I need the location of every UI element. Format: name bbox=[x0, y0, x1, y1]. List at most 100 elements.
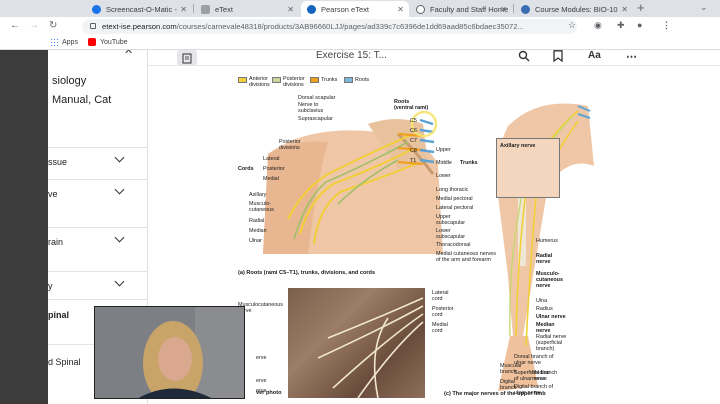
label-trunks: Trunks bbox=[460, 160, 478, 166]
close-tab-icon[interactable]: ✕ bbox=[621, 5, 628, 14]
label-dorsal-scapular: Dorsal scapular bbox=[298, 95, 336, 101]
legend-swatch-posterior bbox=[272, 77, 281, 83]
root-label-c7: C7 bbox=[410, 138, 417, 144]
label-lower-trunk: Lower bbox=[436, 173, 451, 179]
legend-roots: Roots bbox=[355, 77, 370, 83]
reload-icon[interactable]: ↻ bbox=[49, 19, 57, 33]
label-lateral-pectoral: Lateral pectoral bbox=[436, 205, 474, 211]
label-posterior-cord: Posterior cord bbox=[432, 306, 454, 318]
close-tab-icon[interactable]: ✕ bbox=[180, 5, 187, 14]
screen: Screencast-O-Matic - ✕ eText ✕ Pearson e… bbox=[0, 0, 720, 404]
label-nerve-to-subclavius: Nerve to subclavius bbox=[298, 102, 324, 114]
bookmark-youtube[interactable]: YouTube bbox=[88, 38, 128, 46]
url-host: etext-ise.pearson.com bbox=[102, 22, 177, 31]
label-lateral: Lateral bbox=[263, 156, 280, 162]
root-label-c5: C5 bbox=[410, 118, 417, 124]
chevron-down-icon bbox=[114, 232, 125, 243]
label-partial-1: erve bbox=[256, 355, 267, 361]
back-arrow-icon[interactable]: ← bbox=[10, 19, 20, 33]
label-median: Median bbox=[249, 228, 267, 234]
new-tab-button[interactable]: + bbox=[637, 1, 645, 15]
text-size-icon[interactable]: Aa bbox=[588, 50, 601, 61]
page-thumbnails-icon[interactable] bbox=[177, 50, 197, 66]
exercise-title: Exercise 15: T... bbox=[316, 50, 387, 61]
more-icon[interactable]: ⋯ bbox=[626, 50, 637, 63]
label-upper-subscapular: Upper subscapular bbox=[436, 214, 466, 226]
toc-section-3[interactable]: rain bbox=[48, 227, 147, 259]
reader-toolbar: Exercise 15: T... Aa ⋯ bbox=[148, 50, 720, 66]
label-median-nerve-2: Median nerve bbox=[532, 370, 550, 382]
tab-label: Pearson eText bbox=[321, 4, 369, 14]
bookmark-icon[interactable] bbox=[553, 50, 563, 65]
address-bar[interactable]: etext-ise.pearson.com/courses/carnevale4… bbox=[82, 19, 577, 34]
desktop-edge bbox=[0, 50, 48, 404]
caption-b: ver photo bbox=[256, 390, 282, 396]
close-sidebar-icon[interactable]: ✕ bbox=[124, 50, 133, 57]
tab-faculty-staff[interactable]: Faculty and Staff Home ✕ bbox=[410, 1, 512, 17]
tab-strip: Screencast-O-Matic - ✕ eText ✕ Pearson e… bbox=[0, 0, 720, 17]
bookmark-label: Apps bbox=[62, 38, 78, 46]
toc-section-2[interactable]: ve bbox=[48, 179, 147, 211]
close-tab-icon[interactable]: ✕ bbox=[397, 5, 404, 14]
canvas-favicon-icon bbox=[521, 4, 530, 14]
bookmarks-bar: Apps YouTube bbox=[0, 36, 720, 50]
tab-search-icon[interactable]: ⌄ bbox=[700, 2, 708, 13]
legend-swatch-anterior bbox=[238, 77, 247, 83]
label-radius: Radius bbox=[536, 306, 553, 312]
bookmark-apps[interactable]: Apps bbox=[50, 38, 78, 46]
page-content: ✕ siology Manual, Cat ssue ve rain y pin… bbox=[0, 50, 720, 404]
tab-pearson-etext[interactable]: Pearson eText ✕ bbox=[301, 1, 409, 17]
toc-section-label: y bbox=[48, 281, 53, 291]
label-ulna: Ulna bbox=[536, 298, 548, 304]
search-icon[interactable] bbox=[518, 50, 530, 65]
label-partial-2: erve bbox=[256, 378, 267, 384]
label-axillary-nerve: Axillary nerve bbox=[500, 143, 536, 149]
label-radial: Radial bbox=[249, 218, 265, 224]
tab-label: Course Modules: BIO-10 bbox=[535, 4, 618, 14]
shoulder-plexus-illustration bbox=[263, 110, 443, 254]
presenter-video bbox=[95, 307, 244, 398]
label-digital-branch: Digital branch bbox=[500, 379, 517, 391]
bookmark-star-icon[interactable]: ☆ bbox=[568, 20, 576, 31]
globe-favicon-icon bbox=[416, 4, 425, 14]
tab-label: eText bbox=[215, 4, 233, 14]
legend-swatch-trunks bbox=[310, 77, 319, 83]
toc-section-1[interactable]: ssue bbox=[48, 147, 147, 179]
close-tab-icon[interactable]: ✕ bbox=[287, 5, 294, 14]
chevron-down-icon bbox=[114, 276, 125, 287]
webcam-overlay bbox=[94, 306, 245, 399]
tab-etext[interactable]: eText ✕ bbox=[195, 1, 299, 17]
screencast-favicon-icon bbox=[92, 4, 101, 14]
etext-favicon-icon bbox=[201, 4, 210, 14]
tab-course-modules[interactable]: Course Modules: BIO-10 ✕ bbox=[515, 1, 633, 17]
toc-section-label: rain bbox=[48, 237, 64, 247]
label-thoracodorsal: Thoracodorsal bbox=[436, 242, 471, 248]
youtube-icon bbox=[88, 38, 96, 46]
root-label-t1: T1 bbox=[410, 158, 417, 164]
tab-label: Screencast-O-Matic - bbox=[106, 4, 177, 14]
browser-toolbar: ← → ↻ etext-ise.pearson.com/courses/carn… bbox=[0, 17, 720, 36]
lock-icon bbox=[90, 23, 96, 29]
tab-screencast[interactable]: Screencast-O-Matic - ✕ bbox=[86, 1, 192, 17]
label-medial: Medial bbox=[263, 176, 279, 182]
account-icon[interactable]: ◉ bbox=[594, 20, 602, 31]
extensions-puzzle-icon[interactable]: ✚ bbox=[617, 20, 625, 31]
label-cords: Cords bbox=[238, 166, 254, 172]
label-radial-nerve: Radial nerve bbox=[536, 253, 553, 265]
label-muscular-branch: Muscular branch bbox=[500, 363, 522, 375]
label-long-thoracic: Long thoracic bbox=[436, 187, 469, 193]
tab-label: Faculty and Staff Home bbox=[430, 4, 509, 14]
close-tab-icon[interactable]: ✕ bbox=[500, 5, 507, 14]
menu-dots-icon[interactable]: ⋮ bbox=[662, 20, 671, 31]
forward-arrow-icon[interactable]: → bbox=[29, 19, 39, 33]
apps-grid-icon bbox=[50, 38, 58, 46]
legend-swatch-roots bbox=[344, 77, 353, 83]
caption-c: (c) The major nerves of the upper limb bbox=[444, 391, 546, 397]
profile-avatar-icon[interactable]: ● bbox=[637, 20, 642, 30]
label-musculocutaneous: Musculo-cutaneous bbox=[249, 201, 274, 213]
caption-a: (a) Roots (rami C5–T1), trunks, division… bbox=[238, 270, 376, 276]
label-musculocutaneous-nerve-c: Musculo-cutaneous nerve bbox=[536, 271, 563, 289]
toc-section-label: pinal bbox=[48, 310, 70, 320]
label-upper-trunk: Upper bbox=[436, 147, 451, 153]
chevron-down-icon bbox=[114, 184, 125, 195]
